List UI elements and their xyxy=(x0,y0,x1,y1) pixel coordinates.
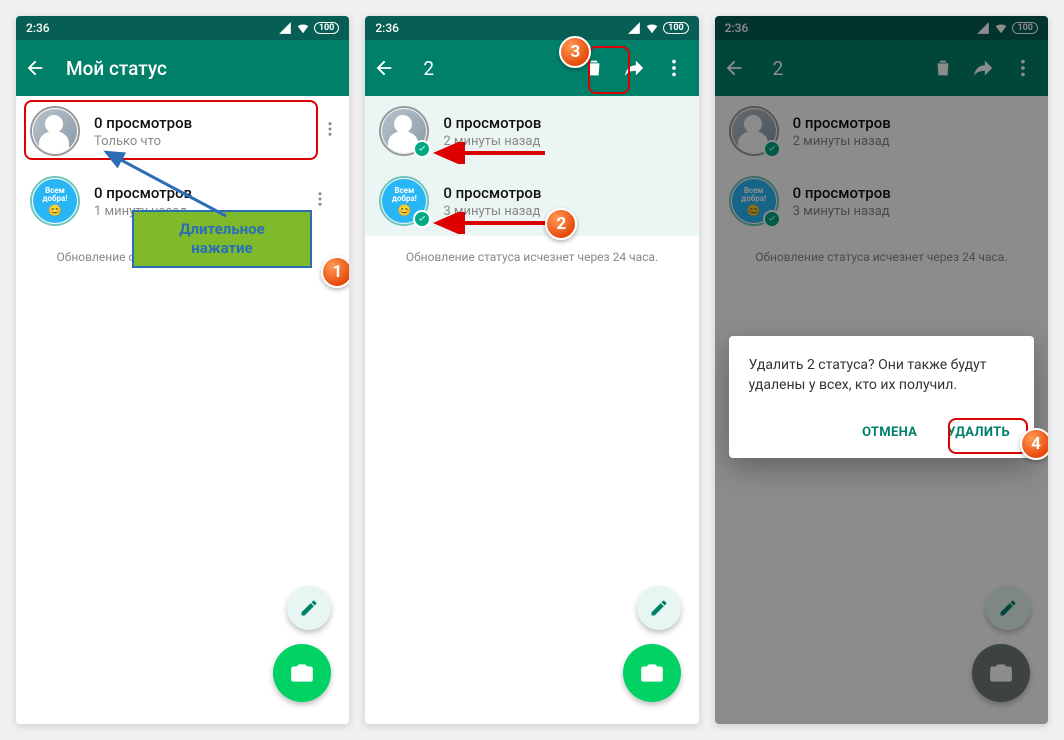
back-icon[interactable] xyxy=(24,57,46,79)
step-badge-4: 4 xyxy=(1020,428,1048,460)
confirm-dialog: Удалить 2 статуса? Они также будут удале… xyxy=(729,336,1034,458)
annotation-callout: Длительное нажатие xyxy=(132,210,312,268)
compose-text-fab[interactable] xyxy=(287,586,331,630)
forward-icon[interactable] xyxy=(623,57,645,79)
back-icon[interactable] xyxy=(373,57,395,79)
row-menu-button[interactable] xyxy=(315,120,345,142)
avatar: Всем добра! 😊 xyxy=(33,179,77,223)
battery-icon: 100 xyxy=(314,22,340,34)
row-title: 0 просмотров xyxy=(94,114,301,132)
camera-icon xyxy=(289,660,315,686)
dialog-message: Удалить 2 статуса? Они также будут удале… xyxy=(749,356,1014,395)
phone-screen-2: 2:36 100 2 0 просмотров 2 минуты назад xyxy=(365,16,698,724)
row-menu-button[interactable] xyxy=(305,190,335,212)
footer-note: Обновление статуса исчезнет через 24 час… xyxy=(365,236,698,264)
delete-button[interactable]: УДАЛИТЬ xyxy=(943,417,1014,448)
appbar-selection: 2 xyxy=(365,40,698,96)
statusbar-time: 2:36 xyxy=(26,21,50,35)
signal-icon xyxy=(627,21,641,35)
camera-fab[interactable] xyxy=(273,644,331,702)
row-title: 0 просмотров xyxy=(443,114,684,132)
pencil-icon xyxy=(299,598,319,618)
battery-icon: 100 xyxy=(663,22,689,34)
page-title: Мой статус xyxy=(66,57,341,80)
content: 0 просмотров 2 минуты назад Всем добра! … xyxy=(365,96,698,724)
statusbar-time: 2:36 xyxy=(375,21,399,35)
camera-fab[interactable] xyxy=(623,644,681,702)
cancel-button[interactable]: ОТМЕНА xyxy=(858,417,921,448)
avatar xyxy=(33,109,77,153)
signal-icon xyxy=(278,21,292,35)
selection-count: 2 xyxy=(415,57,562,80)
wifi-icon xyxy=(645,21,659,35)
statusbar: 2:36 100 xyxy=(365,16,698,40)
row-title: 0 просмотров xyxy=(443,184,684,202)
step-badge-1: 1 xyxy=(321,256,349,288)
selection-check-icon xyxy=(413,140,431,158)
statusbar: 2:36 100 xyxy=(16,16,349,40)
more-vert-icon[interactable] xyxy=(663,57,685,79)
phone-screen-3: 2:36 100 2 0 просмотров 2 минуты назад xyxy=(715,16,1048,724)
content: 0 просмотров Только что Всем добра! 😊 0 … xyxy=(16,96,349,724)
more-vert-icon xyxy=(311,190,329,208)
selection-check-icon xyxy=(413,210,431,228)
compose-text-fab[interactable] xyxy=(637,586,681,630)
phone-screen-1: 2:36 100 Мой статус 0 просмотров Только … xyxy=(16,16,349,724)
status-row-selected[interactable]: 0 просмотров 2 минуты назад xyxy=(365,96,698,166)
camera-icon xyxy=(639,660,665,686)
row-sub: Только что xyxy=(94,134,301,149)
appbar: Мой статус xyxy=(16,40,349,96)
row-sub: 2 минуты назад xyxy=(443,134,684,149)
row-title: 0 просмотров xyxy=(94,184,291,202)
wifi-icon xyxy=(296,21,310,35)
status-row[interactable]: 0 просмотров Только что xyxy=(16,96,349,166)
more-vert-icon xyxy=(321,120,339,138)
pencil-icon xyxy=(649,598,669,618)
status-row-selected[interactable]: Всем добра! 😊 0 просмотров 3 минуты наза… xyxy=(365,166,698,236)
